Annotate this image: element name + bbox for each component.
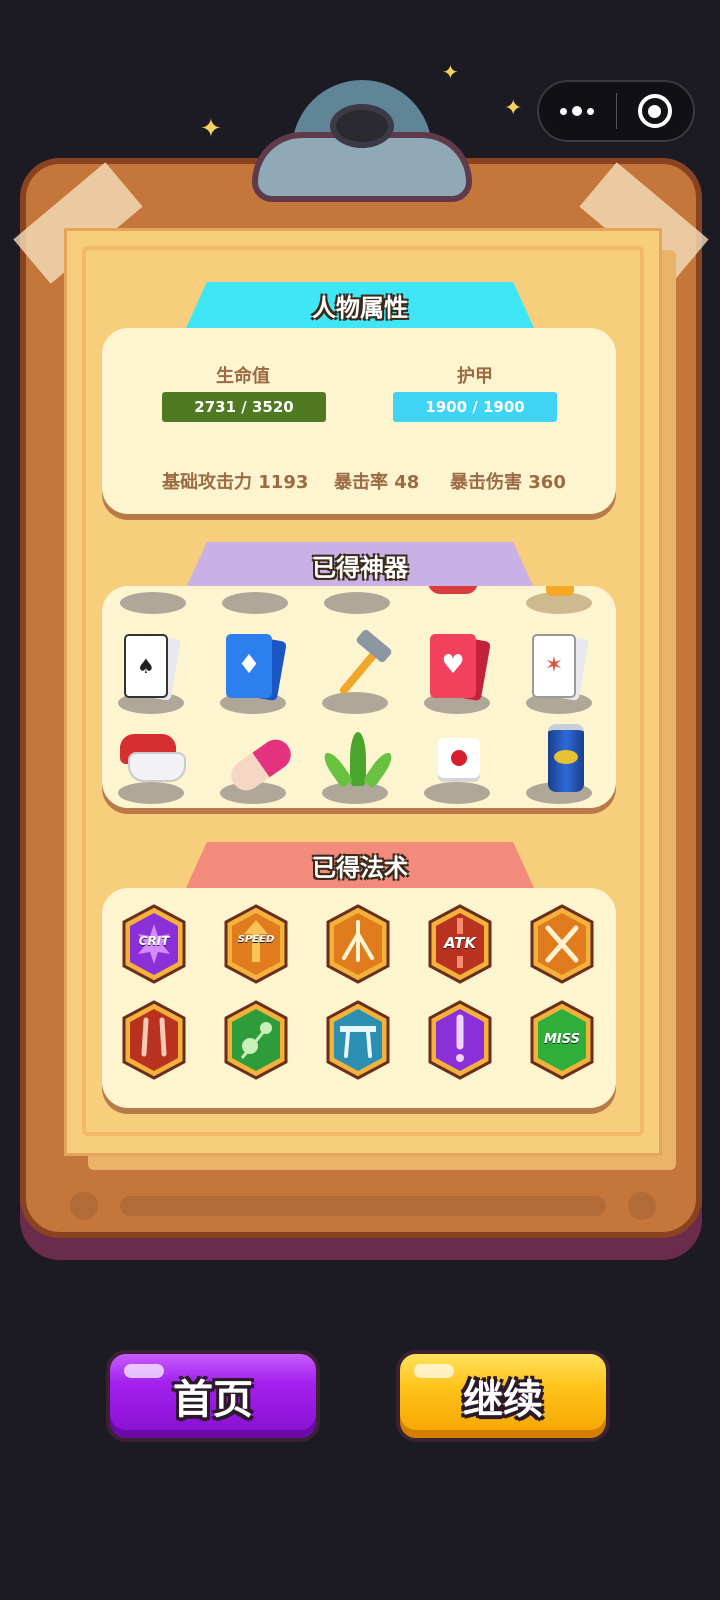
red-heart-cards-icon[interactable]: ♥ [426,632,492,704]
armor-bar: 1900 / 1900 [393,392,557,422]
crit-damage-stat: 暴击伤害 360 [450,472,566,493]
crit-rate-stat: 暴击率 48 [334,472,420,493]
board-rail [120,1196,606,1216]
hp-bar: 2731 / 3520 [162,392,326,422]
crossed-swords-badge-icon[interactable] [530,904,594,984]
speed-badge-label: SPEED [237,934,275,945]
joker-cards-icon[interactable]: ✶ [528,632,594,704]
atk-badge-label: ATK [443,934,477,952]
hp-value: 2731 / 3520 [194,398,294,416]
aloe-plant-icon[interactable] [320,730,396,790]
exclaim-badge-icon[interactable] [428,1000,492,1080]
sparkle-icon: ✦ [442,60,459,84]
pierce-badge-icon[interactable] [326,1000,390,1080]
multishot-badge-icon[interactable] [326,904,390,984]
bounce-skull-badge-icon[interactable] [224,1000,288,1080]
hammer-icon[interactable] [326,628,394,700]
mini-program-capsule [537,80,695,142]
artifacts-title: 已得神器 [186,542,534,588]
board-rivet [628,1192,656,1220]
blue-diamond-cards-icon[interactable]: ♦ [222,632,288,704]
earbuds-case-icon[interactable] [118,734,188,790]
sparkle-icon: ✦ [504,96,523,121]
jack-of-spades-cards-icon[interactable]: ♠ [120,632,186,704]
pill-capsule-icon[interactable] [222,733,297,797]
miss-badge-label: MISS [543,1032,581,1047]
clipboard-clip [252,80,472,202]
armor-value: 1900 / 1900 [425,398,525,416]
dice-icon[interactable] [438,738,480,782]
continue-button[interactable]: 继续 [396,1350,610,1442]
home-button[interactable]: 首页 [106,1350,320,1442]
home-button-label: 首页 [173,1377,253,1423]
target-circle-icon[interactable] [617,94,694,128]
attributes-title: 人物属性 [186,282,534,328]
crit-badge-label: CRIT [138,934,170,948]
spells-title: 已得法术 [186,842,534,888]
double-claw-badge-icon[interactable] [122,1000,186,1080]
more-dots-icon[interactable] [539,82,616,140]
continue-button-label: 继续 [463,1377,543,1423]
attack-stat: 基础攻击力 1193 [162,472,309,493]
armor-label: 护甲 [457,366,493,387]
hp-label: 生命值 [216,366,270,387]
energy-drink-can-icon[interactable] [548,724,584,794]
sparkle-icon: ✦ [200,114,222,144]
board-rivet [70,1192,98,1220]
